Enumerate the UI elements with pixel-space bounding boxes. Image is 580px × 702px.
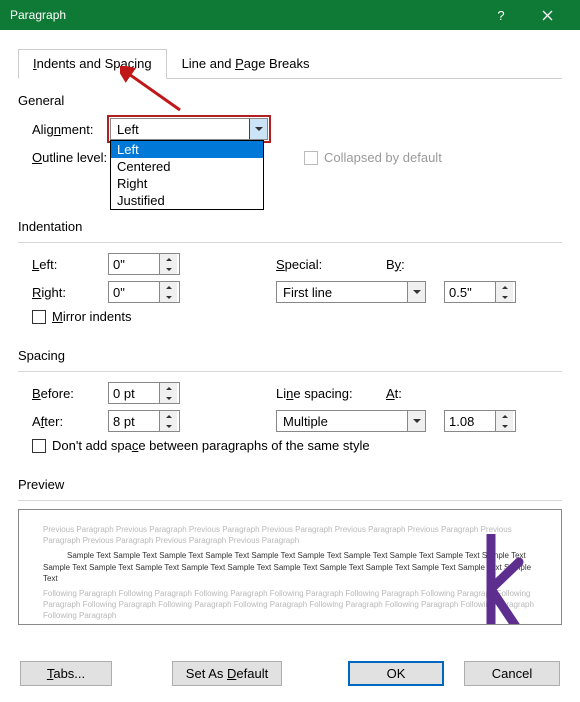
- alignment-option-centered[interactable]: Centered: [111, 158, 263, 175]
- at-spinner[interactable]: [444, 410, 516, 432]
- indent-right-input[interactable]: [109, 282, 159, 302]
- logo-k-icon: [451, 534, 531, 625]
- tab-line-page-breaks[interactable]: Line and Page Breaks: [167, 49, 325, 79]
- window-title: Paragraph: [10, 8, 478, 22]
- tabs-button[interactable]: Tabs...: [20, 661, 112, 686]
- spin-down-button[interactable]: [160, 393, 177, 403]
- indent-right-label: Right:: [18, 285, 108, 300]
- chevron-down-icon: [413, 419, 421, 423]
- preview-box: Previous Paragraph Previous Paragraph Pr…: [18, 509, 562, 625]
- spin-up-button[interactable]: [496, 282, 513, 292]
- checkbox-icon: [304, 151, 318, 165]
- triangle-up-icon: [166, 415, 172, 418]
- cancel-button[interactable]: Cancel: [464, 661, 560, 686]
- triangle-up-icon: [166, 286, 172, 289]
- line-spacing-dropdown-button[interactable]: [407, 411, 425, 431]
- after-spinner[interactable]: [108, 410, 180, 432]
- before-label: Before:: [18, 386, 108, 401]
- alignment-combo[interactable]: Left: [110, 118, 268, 140]
- at-input[interactable]: [445, 411, 495, 431]
- special-label: Special:: [276, 257, 386, 272]
- collapsed-checkbox: Collapsed by default: [270, 150, 442, 165]
- by-input[interactable]: [445, 282, 495, 302]
- tab-strip: Indents and Spacing Line and Page Breaks: [18, 48, 562, 79]
- before-input[interactable]: [109, 383, 159, 403]
- triangle-down-icon: [502, 296, 508, 299]
- before-spinner[interactable]: [108, 382, 180, 404]
- triangle-down-icon: [166, 397, 172, 400]
- indent-left-label: Left:: [18, 257, 108, 272]
- button-bar: Tabs... Set As Default OK Cancel: [0, 661, 580, 686]
- checkbox-icon: [32, 439, 46, 453]
- alignment-option-left[interactable]: Left: [111, 141, 263, 158]
- line-spacing-value: Multiple: [277, 414, 407, 429]
- divider: [18, 371, 562, 372]
- checkbox-icon: [32, 310, 46, 324]
- chevron-down-icon: [255, 127, 263, 131]
- triangle-down-icon: [502, 425, 508, 428]
- indent-right-spinner[interactable]: [108, 281, 180, 303]
- outline-level-label: Outline level:: [18, 150, 108, 165]
- close-button[interactable]: [524, 0, 570, 30]
- special-combo[interactable]: First line: [276, 281, 426, 303]
- alignment-dropdown-button[interactable]: [249, 119, 267, 139]
- spin-down-button[interactable]: [160, 264, 177, 274]
- divider: [18, 500, 562, 501]
- indent-left-spinner[interactable]: [108, 253, 180, 275]
- mirror-indents-checkbox[interactable]: Mirror indents: [18, 309, 562, 324]
- section-indentation: Indentation: [18, 219, 562, 234]
- help-button[interactable]: ?: [478, 0, 524, 30]
- line-spacing-combo[interactable]: Multiple: [276, 410, 426, 432]
- spin-down-button[interactable]: [496, 421, 513, 431]
- section-general: General: [18, 93, 562, 108]
- triangle-up-icon: [166, 258, 172, 261]
- alignment-option-right[interactable]: Right: [111, 175, 263, 192]
- special-value: First line: [277, 285, 407, 300]
- triangle-up-icon: [502, 415, 508, 418]
- line-spacing-label: Line spacing:: [276, 386, 386, 401]
- at-label: At:: [386, 386, 474, 401]
- section-preview: Preview: [18, 477, 562, 492]
- alignment-dropdown-list: Left Centered Right Justified: [110, 140, 264, 210]
- alignment-option-justified[interactable]: Justified: [111, 192, 263, 209]
- section-spacing: Spacing: [18, 348, 562, 363]
- after-label: After:: [18, 414, 108, 429]
- indent-left-input[interactable]: [109, 254, 159, 274]
- triangle-down-icon: [166, 268, 172, 271]
- triangle-down-icon: [166, 296, 172, 299]
- tab-indents-spacing[interactable]: Indents and Spacing: [18, 49, 167, 79]
- triangle-up-icon: [502, 286, 508, 289]
- by-label: By:: [386, 257, 474, 272]
- divider: [18, 242, 562, 243]
- spin-up-button[interactable]: [160, 383, 177, 393]
- spin-up-button[interactable]: [160, 282, 177, 292]
- set-default-button[interactable]: Set As Default: [172, 661, 282, 686]
- spin-up-button[interactable]: [496, 411, 513, 421]
- chevron-down-icon: [413, 290, 421, 294]
- by-spinner[interactable]: [444, 281, 516, 303]
- close-icon: [542, 10, 553, 21]
- title-bar: Paragraph ?: [0, 0, 580, 30]
- spin-down-button[interactable]: [160, 421, 177, 431]
- triangle-up-icon: [166, 387, 172, 390]
- alignment-combo-highlight: Left Left Centered Right Justified: [108, 116, 270, 142]
- triangle-down-icon: [166, 425, 172, 428]
- alignment-label: Alignment:: [18, 122, 108, 137]
- ok-button[interactable]: OK: [348, 661, 444, 686]
- after-input[interactable]: [109, 411, 159, 431]
- spin-up-button[interactable]: [160, 254, 177, 264]
- special-dropdown-button[interactable]: [407, 282, 425, 302]
- spin-down-button[interactable]: [160, 292, 177, 302]
- spin-up-button[interactable]: [160, 411, 177, 421]
- alignment-value: Left: [111, 122, 249, 137]
- no-add-space-checkbox[interactable]: Don't add space between paragraphs of th…: [18, 438, 562, 453]
- spin-down-button[interactable]: [496, 292, 513, 302]
